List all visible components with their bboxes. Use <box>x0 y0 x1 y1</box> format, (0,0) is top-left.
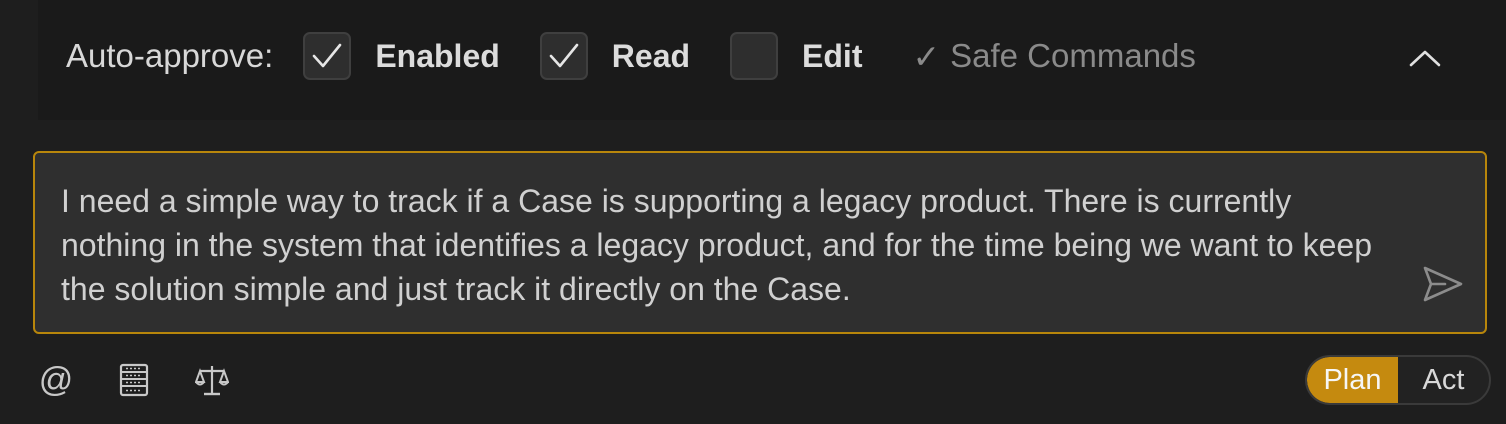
checkmark-icon <box>549 43 579 68</box>
at-mention-button[interactable]: @ <box>36 360 76 400</box>
safe-commands-option[interactable]: ✓ Safe Commands <box>912 37 1195 76</box>
act-mode-button[interactable]: Act <box>1398 357 1489 403</box>
enabled-option[interactable]: Enabled <box>303 32 500 80</box>
send-button[interactable] <box>1419 260 1467 308</box>
auto-approve-row: Auto-approve: Enabled Read Edit ✓ Safe C… <box>66 28 1196 84</box>
checkmark-icon <box>313 43 342 68</box>
scale-icon <box>195 366 229 396</box>
server-icon <box>119 363 149 397</box>
scale-button[interactable] <box>192 360 232 400</box>
edit-checkbox[interactable] <box>730 32 779 80</box>
edit-label: Edit <box>802 37 863 74</box>
safe-commands-check-icon: ✓ <box>912 37 941 75</box>
send-icon <box>1423 266 1463 302</box>
read-checkbox[interactable] <box>539 32 588 80</box>
plan-mode-button[interactable]: Plan <box>1307 357 1398 403</box>
auto-approve-label: Auto-approve: <box>66 37 274 74</box>
chat-input-text[interactable]: I need a simple way to track if a Case i… <box>61 179 1401 311</box>
read-option[interactable]: Read <box>539 32 691 80</box>
collapse-button[interactable] <box>1400 40 1450 76</box>
enabled-checkbox[interactable] <box>303 32 352 80</box>
at-mention-icon: @ <box>38 361 74 399</box>
safe-commands-label: Safe Commands <box>950 37 1196 74</box>
read-label: Read <box>611 37 691 74</box>
input-toolbar: @ <box>36 360 256 400</box>
server-button[interactable] <box>114 360 154 400</box>
enabled-label: Enabled <box>375 37 500 74</box>
edit-option[interactable]: Edit <box>730 32 862 80</box>
chevron-up-icon <box>1409 50 1441 67</box>
chat-input-box[interactable]: I need a simple way to track if a Case i… <box>33 151 1487 334</box>
plan-act-toggle[interactable]: Plan Act <box>1305 355 1491 405</box>
